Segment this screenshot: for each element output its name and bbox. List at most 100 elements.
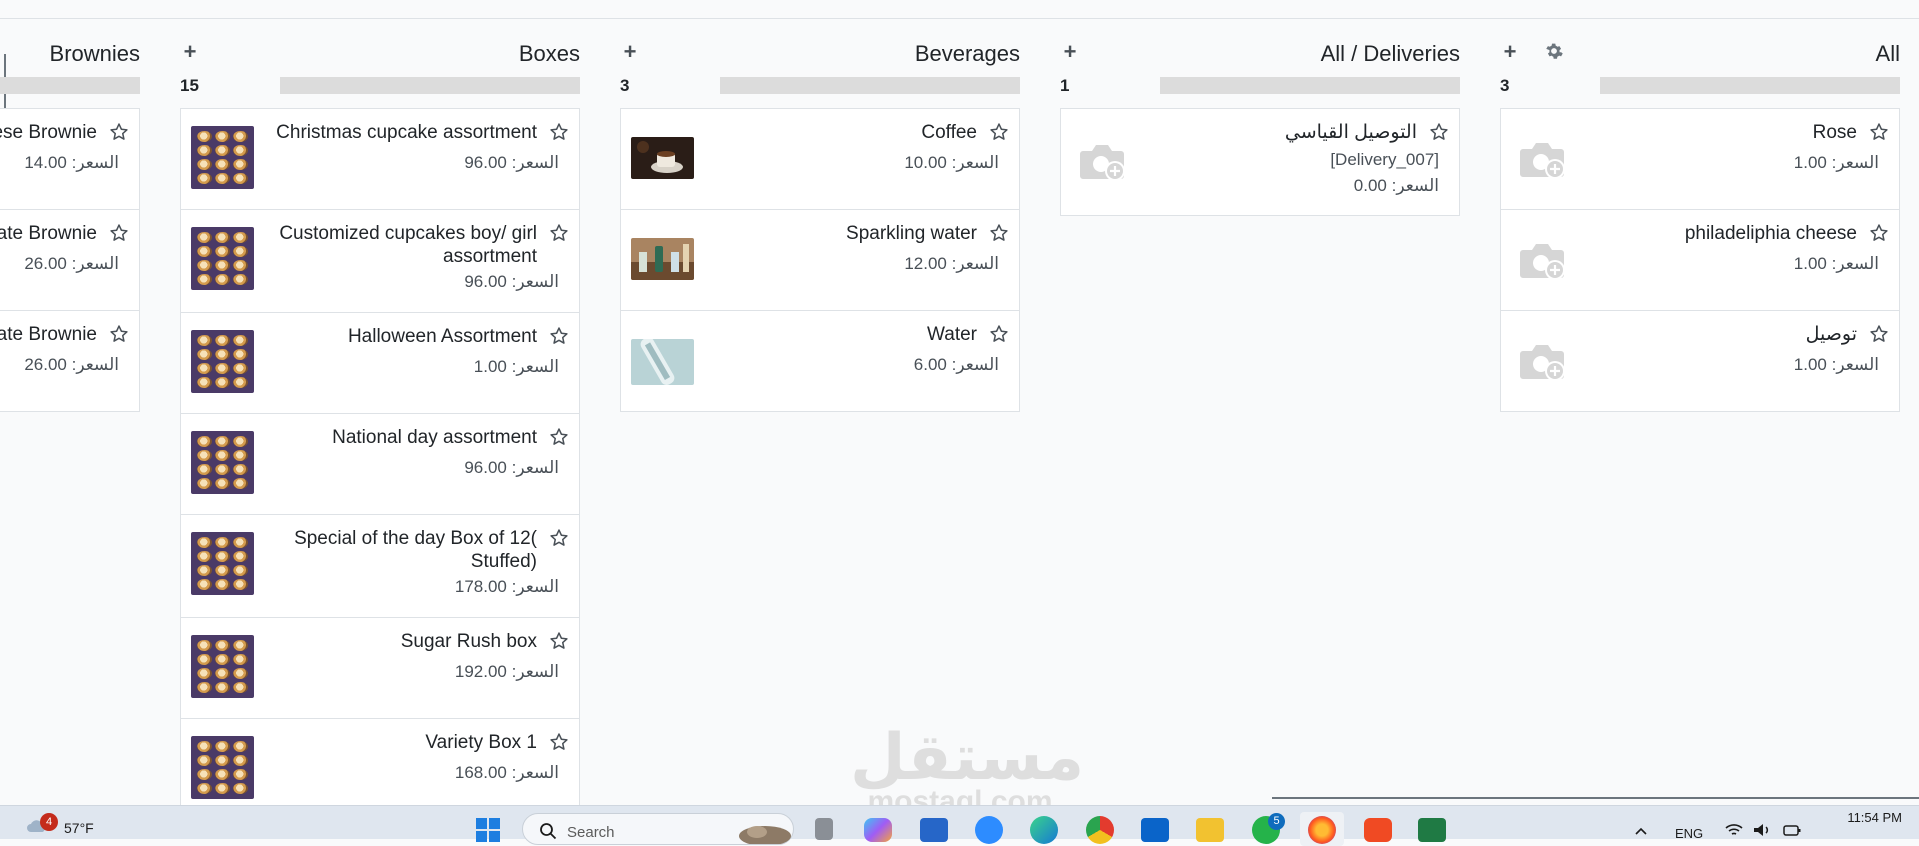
- product-price: السعر: 26.00: [24, 254, 119, 273]
- star-outline-icon[interactable]: [1429, 122, 1449, 142]
- column-title[interactable]: All: [1876, 41, 1900, 67]
- star-outline-icon[interactable]: [109, 324, 129, 344]
- plus-icon[interactable]: +: [1060, 39, 1080, 65]
- column-title[interactable]: All / Deliveries: [1321, 41, 1460, 67]
- camera-plus-icon: [1511, 228, 1574, 291]
- star-outline-icon[interactable]: [1869, 324, 1889, 344]
- product-card[interactable]: Sparkling water السعر: 12.00: [620, 209, 1020, 311]
- product-name: National day assortment: [332, 427, 537, 448]
- product-image: [191, 532, 254, 595]
- star-outline-icon[interactable]: [549, 223, 569, 243]
- product-card[interactable]: ese Brownie السعر: 14.00: [0, 108, 140, 210]
- star-outline-icon[interactable]: [549, 427, 569, 447]
- column-header: + Boxes 15: [180, 19, 580, 119]
- product-image: [631, 238, 694, 280]
- kanban-column-beverages: + Beverages 3 Coffee السعر: 10.00 Sparkl…: [620, 19, 1020, 805]
- volume-icon[interactable]: [1752, 822, 1772, 838]
- column-progress-bar[interactable]: [0, 77, 140, 94]
- product-card[interactable]: Water السعر: 6.00: [620, 310, 1020, 412]
- column-header: + All / Deliveries 1: [1060, 19, 1460, 119]
- product-card[interactable]: Special of the day Box of 12( Stuffed) ا…: [180, 514, 580, 618]
- product-price: السعر: 10.00: [904, 153, 999, 172]
- product-price: السعر: 6.00: [913, 355, 999, 374]
- product-name: Special of the day Box of 12( Stuffed): [294, 528, 537, 572]
- product-card[interactable]: National day assortment السعر: 96.00: [180, 413, 580, 515]
- kanban-column-deliveries: + All / Deliveries 1 التوصيل القياسي [De…: [1060, 19, 1460, 805]
- star-outline-icon[interactable]: [989, 122, 1009, 142]
- column-header: + All 3: [1500, 19, 1900, 119]
- file-explorer-icon[interactable]: [1196, 818, 1224, 842]
- column-cards: ese Brownie السعر: 14.00 ate Brownie الس…: [0, 108, 140, 412]
- column-progress-bar[interactable]: [1160, 77, 1460, 94]
- product-card[interactable]: Christmas cupcake assortment السعر: 96.0…: [180, 108, 580, 210]
- star-outline-icon[interactable]: [109, 223, 129, 243]
- product-name: ate Brownie: [0, 223, 97, 244]
- star-outline-icon[interactable]: [989, 324, 1009, 344]
- plus-icon[interactable]: +: [620, 39, 640, 65]
- product-card[interactable]: Halloween Assortment السعر: 1.00: [180, 312, 580, 414]
- column-header: + Beverages 3: [620, 19, 1020, 119]
- product-image: [191, 431, 254, 494]
- plus-icon[interactable]: +: [1500, 39, 1520, 65]
- system-clock[interactable]: 11:54 PM: [1830, 810, 1902, 825]
- plus-icon[interactable]: +: [180, 39, 200, 65]
- product-image: [191, 227, 254, 290]
- product-price: السعر: 178.00: [454, 577, 559, 596]
- column-cards: Christmas cupcake assortment السعر: 96.0…: [180, 108, 580, 805]
- zoom-icon[interactable]: [975, 816, 1003, 844]
- weather-alert-badge: 4: [40, 813, 58, 831]
- chrome-icon[interactable]: [1086, 816, 1114, 844]
- gear-icon[interactable]: [1544, 41, 1564, 61]
- star-outline-icon[interactable]: [549, 631, 569, 651]
- product-card[interactable]: Sugar Rush box السعر: 192.00: [180, 617, 580, 719]
- brave-icon[interactable]: [1364, 818, 1392, 842]
- edge-icon[interactable]: [1030, 816, 1058, 844]
- star-outline-icon[interactable]: [1869, 223, 1889, 243]
- task-view-icon[interactable]: [815, 818, 833, 840]
- column-title[interactable]: Brownies: [50, 41, 140, 67]
- firefox-icon[interactable]: [1308, 816, 1336, 844]
- windows-start-icon[interactable]: [474, 816, 502, 844]
- star-outline-icon[interactable]: [1869, 122, 1889, 142]
- column-progress-bar[interactable]: [280, 77, 580, 94]
- horizontal-scrollbar[interactable]: [1272, 797, 1919, 799]
- product-price: السعر: 1.00: [1793, 254, 1879, 273]
- store-icon[interactable]: [920, 818, 948, 842]
- product-card[interactable]: توصيل السعر: 1.00: [1500, 310, 1900, 412]
- product-card[interactable]: philadeliphia cheese السعر: 1.00: [1500, 209, 1900, 311]
- taskbar-search-input[interactable]: Search: [522, 813, 794, 845]
- kanban-column-all: + All 3 Rose السعر: 1.00 philadeliphia c…: [1500, 19, 1900, 805]
- star-outline-icon[interactable]: [549, 528, 569, 548]
- search-placeholder: Search: [567, 824, 615, 841]
- star-outline-icon[interactable]: [549, 326, 569, 346]
- wifi-icon[interactable]: [1724, 822, 1744, 838]
- product-card[interactable]: ate Brownie السعر: 26.00: [0, 209, 140, 311]
- product-name: Sugar Rush box: [400, 631, 537, 652]
- excel-icon[interactable]: [1418, 818, 1446, 842]
- weather-widget[interactable]: 4 57°F: [26, 810, 146, 840]
- product-name: Water: [927, 324, 977, 345]
- product-name: ese Brownie: [0, 122, 97, 143]
- column-progress-bar[interactable]: [720, 77, 1020, 94]
- product-card[interactable]: Variety Box 1 السعر: 168.00: [180, 718, 580, 805]
- column-progress-bar[interactable]: [1600, 77, 1900, 94]
- outlook-icon[interactable]: [1141, 818, 1169, 842]
- product-card[interactable]: Coffee السعر: 10.00: [620, 108, 1020, 210]
- star-outline-icon[interactable]: [549, 732, 569, 752]
- product-card[interactable]: Rose السعر: 1.00: [1500, 108, 1900, 210]
- star-outline-icon[interactable]: [109, 122, 129, 142]
- chevron-up-icon[interactable]: [1634, 826, 1648, 836]
- product-card[interactable]: ate Brownie السعر: 26.00: [0, 310, 140, 412]
- copilot-icon[interactable]: [864, 818, 892, 842]
- product-image: [191, 736, 254, 799]
- column-title[interactable]: Boxes: [519, 41, 580, 67]
- product-name: Sparkling water: [846, 223, 977, 244]
- product-card[interactable]: التوصيل القياسي [Delivery_007] السعر: 0.…: [1060, 108, 1460, 216]
- column-title[interactable]: Beverages: [915, 41, 1020, 67]
- product-card[interactable]: Customized cupcakes boy/ girl assortment…: [180, 209, 580, 313]
- star-outline-icon[interactable]: [549, 122, 569, 142]
- weather-temperature: 57°F: [64, 820, 94, 836]
- product-name: philadeliphia cheese: [1684, 223, 1857, 244]
- star-outline-icon[interactable]: [989, 223, 1009, 243]
- battery-icon[interactable]: [1782, 822, 1802, 838]
